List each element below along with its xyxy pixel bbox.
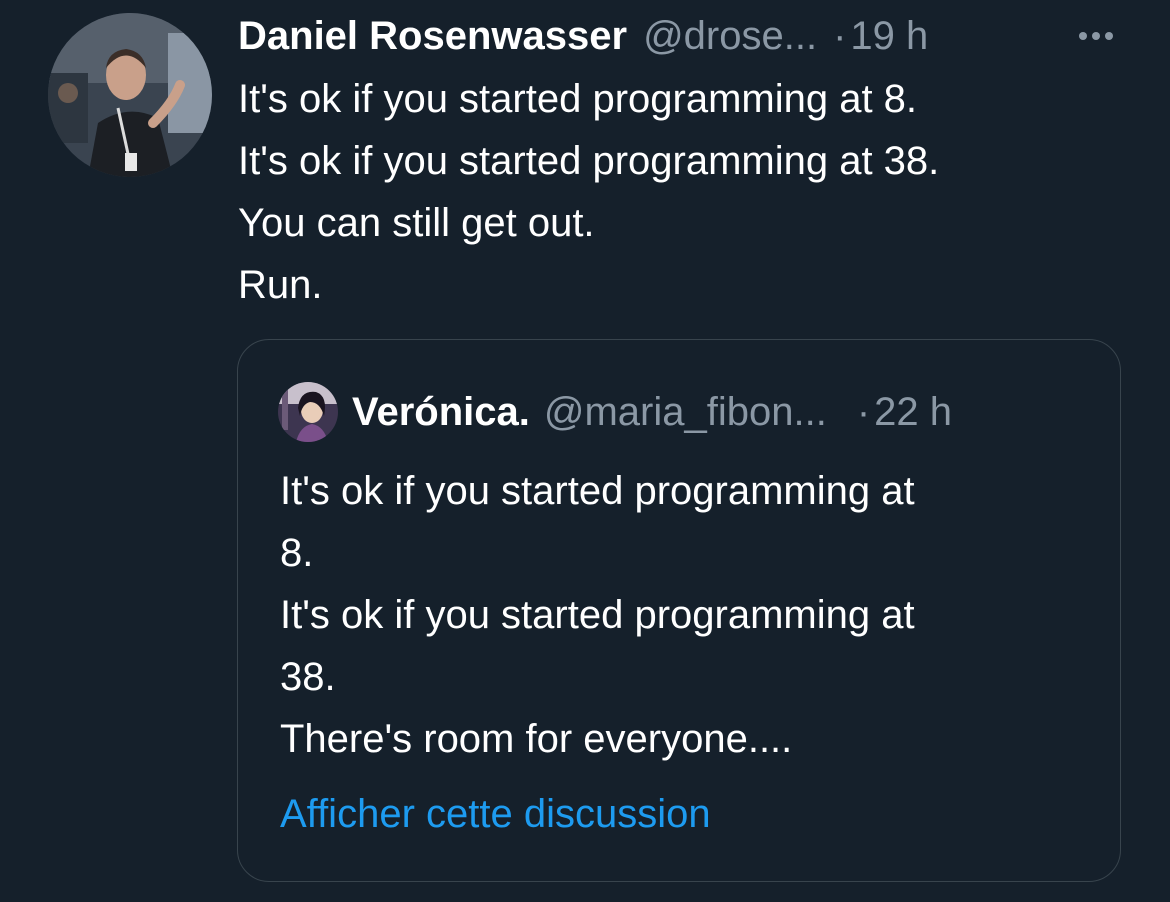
separator-dot: ·	[833, 13, 847, 58]
quoted-tweet-text-line: 8.	[280, 531, 314, 575]
tweet-text-line: Run.	[238, 263, 323, 307]
quoted-tweet-text-line: 38.	[280, 655, 336, 699]
author-display-name[interactable]: Daniel Rosenwasser	[238, 14, 627, 59]
show-thread-link[interactable]: Afficher cette discussion	[280, 784, 711, 844]
author-handle[interactable]: @drose...	[643, 14, 817, 59]
more-horizontal-icon	[1079, 32, 1087, 40]
quoted-tweet-text-line: It's ok if you started programming at	[280, 469, 915, 513]
tweet-header: Daniel Rosenwasser @drose... · 19 h	[238, 8, 1138, 64]
author-avatar[interactable]	[48, 13, 212, 177]
tweet-text-line: You can still get out.	[238, 201, 595, 245]
quoted-tweet-text: It's ok if you started programming at 8.…	[280, 460, 1080, 770]
quoted-tweet-text-line: There's room for everyone....	[280, 717, 793, 761]
more-horizontal-icon	[1105, 32, 1113, 40]
tweet-text: It's ok if you started programming at 8.…	[238, 68, 1138, 316]
quoted-tweet-text-line: It's ok if you started programming at	[280, 593, 915, 637]
quoted-tweet-timestamp: 22 h	[874, 389, 953, 434]
tweet-timestamp[interactable]: 19 h	[850, 14, 928, 59]
tweet[interactable]: Daniel Rosenwasser @drose... · 19 h It's…	[0, 0, 1170, 902]
quoted-author-avatar	[278, 382, 338, 442]
quoted-tweet-header: Verónica. @maria_fibon... · 22 h	[278, 382, 952, 442]
quoted-tweet-card[interactable]: Verónica. @maria_fibon... · 22 h It's ok…	[237, 339, 1121, 882]
more-horizontal-icon	[1092, 32, 1100, 40]
tweet-text-line: It's ok if you started programming at 8.	[238, 77, 918, 121]
tweet-text-line: It's ok if you started programming at 38…	[238, 139, 940, 183]
quoted-author-handle: @maria_fibon...	[543, 389, 827, 434]
separator-dot: ·	[856, 389, 871, 434]
quoted-author-display-name: Verónica.	[352, 389, 530, 434]
more-options-button[interactable]	[1072, 16, 1120, 56]
